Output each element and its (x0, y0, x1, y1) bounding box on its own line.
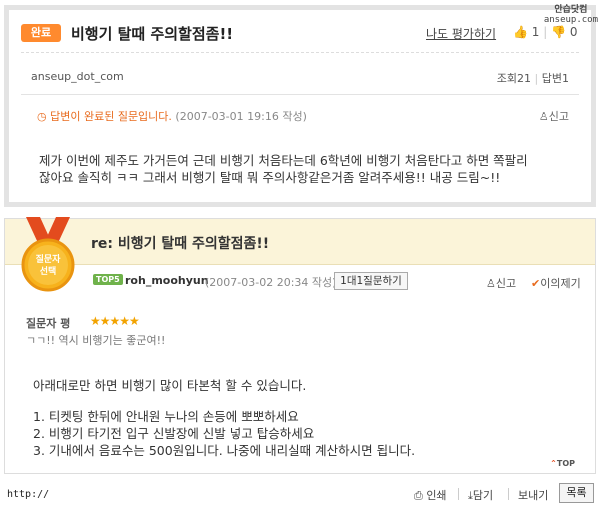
question-author[interactable]: anseup_dot_com (31, 70, 124, 83)
answer-line: 2. 비행기 타기전 입구 신발장에 신발 넣고 탑승하세요 (33, 426, 315, 441)
answer-title: re: 비행기 탈때 주의할점좀!! (91, 236, 270, 252)
rate-link[interactable]: 나도 평가하기 (426, 25, 496, 42)
report-label: 신고 (495, 277, 517, 290)
url-text: http:// (7, 489, 50, 500)
clock-icon: ◷ (37, 110, 47, 123)
asker-rating-label: 질문자 평 (26, 317, 71, 330)
rank-badge: TOP5 (93, 274, 123, 285)
status-badge: 완료 (21, 24, 61, 42)
status-text: 답변이 완료된 질문입니다. (50, 110, 172, 123)
question-panel: 완료 비행기 탈때 주의할점좀!! 나도 평가하기 👍 1 | 👎 0 anse… (4, 5, 596, 207)
up-arrow-icon: ⌃ (550, 459, 557, 468)
report-button[interactable]: ♙신고 (539, 108, 569, 124)
rating-stars: ★★★★★ (90, 314, 140, 328)
question-title: 비행기 탈때 주의할점좀!! (71, 25, 234, 43)
answer-header: re: 비행기 탈때 주의할점좀!! (5, 219, 595, 265)
question-body-line: 잖아요 솔직히 ㅋㅋ 그래서 비행기 탈때 뭐 주의사항같은거좀 알려주세용!!… (39, 170, 501, 185)
question-header: 완료 비행기 탈때 주의할점좀!! 나도 평가하기 👍 1 | 👎 0 (21, 22, 579, 54)
save-label: 담기 (472, 489, 494, 502)
answer-intro: 아래대로만 하면 비행기 많이 타본척 할 수 있습니다. (33, 378, 307, 393)
answer-line: 3. 기내에서 음료수는 500원입니다. 나중에 내리실때 계산하시면 됩니다… (33, 443, 416, 458)
one-on-one-question-button[interactable]: 1대1질문하기 (334, 272, 408, 290)
logo-url: anseup.com (543, 15, 598, 25)
question-body-line: 제가 이번에 제주도 가거든여 근데 비행기 처음타는데 6학년에 비행기 처음… (39, 153, 528, 168)
print-label: 인쇄 (426, 489, 447, 502)
report-label: 신고 (548, 110, 569, 123)
view-count: 조회21 (496, 72, 532, 85)
downvote-count: 0 (569, 25, 578, 39)
logo-text: 안습닷컴 (554, 5, 588, 15)
site-logo[interactable]: 안습닷컴 anseup.com (544, 2, 598, 25)
answer-body: 아래대로만 하면 비행기 많이 타본척 할 수 있습니다. 1. 티켓팅 한뒤에… (33, 377, 573, 459)
divider (21, 94, 579, 95)
printer-icon: ⎙ (414, 489, 423, 502)
answer-line: 1. 티켓팅 한뒤에 안내원 누나의 손등에 뽀뽀하세요 (33, 409, 299, 424)
print-button[interactable]: ⎙ 인쇄 (414, 487, 447, 503)
siren-icon: ♙ (486, 277, 496, 290)
to-top-label: TOP (556, 459, 575, 468)
selected-medal-icon: 질문자 선택 (21, 217, 75, 292)
siren-icon: ♙ (538, 110, 549, 123)
save-button[interactable]: ⤓담기 (468, 487, 493, 503)
list-button[interactable]: 목록 (559, 483, 594, 503)
divider (458, 488, 459, 500)
rating-comment: ㄱㄱ!! 역시 비행기는 좋군여!! (26, 334, 166, 347)
medal-line2: 선택 (40, 265, 57, 277)
upvote-count: 1 (531, 25, 540, 39)
objection-label: 이의제기 (540, 277, 581, 290)
thumbs-up-icon[interactable]: 👍 (513, 25, 528, 39)
answer-author[interactable]: roh_moohyun (125, 274, 209, 287)
check-icon: ✔ (531, 277, 541, 290)
completion-status: ◷ 답변이 완료된 질문입니다. (2007-03-01 19:16 작성) (37, 108, 307, 124)
footer-bar: http:// ⎙ 인쇄 ⤓담기 보내기 목록 (0, 480, 600, 509)
answer-date: (2007-03-02 20:34 작성) (205, 276, 337, 289)
to-top-link[interactable]: ⌃TOP (550, 459, 575, 468)
answer-count: 답변1 (541, 72, 569, 85)
send-button[interactable]: 보내기 (518, 487, 548, 503)
objection-button[interactable]: ✔이의제기 (531, 275, 581, 291)
question-body: 제가 이번에 제주도 가거든여 근데 비행기 처음타는데 6학년에 비행기 처음… (39, 152, 579, 186)
thumbs-down-icon[interactable]: 👎 (551, 25, 566, 39)
vote-area: 👍 1 | 👎 0 (513, 25, 578, 39)
answer-panel: re: 비행기 탈때 주의할점좀!! 질문자 선택 TOP5 roh_moohy… (4, 217, 596, 474)
view-answer-counts: 조회21 | 답변1 (496, 72, 569, 85)
divider (508, 488, 509, 500)
divider (21, 52, 579, 53)
answer-report-button[interactable]: ♙신고 (486, 275, 516, 291)
question-date: (2007-03-01 19:16 작성) (175, 110, 307, 123)
medal-line1: 질문자 (36, 253, 62, 265)
